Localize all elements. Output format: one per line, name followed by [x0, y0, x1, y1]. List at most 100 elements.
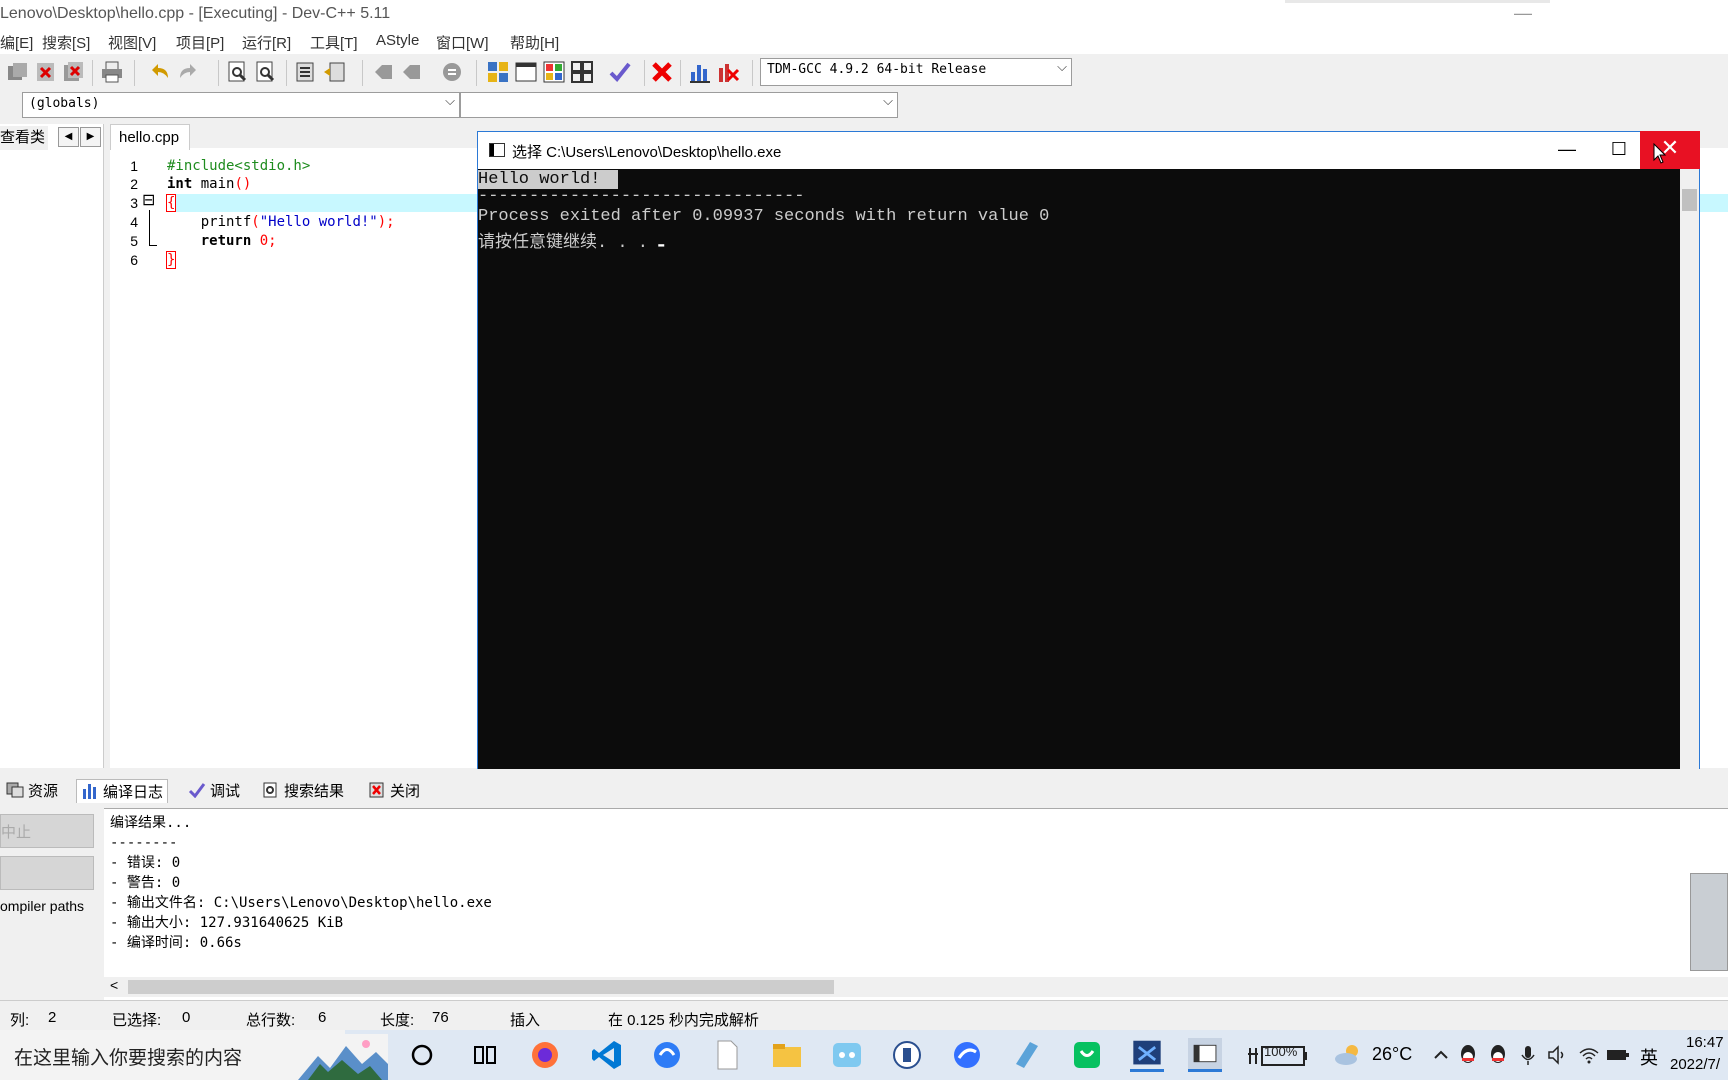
status-parse-message: 在 0.125 秒内完成解析 — [608, 1012, 759, 1029]
file-icon[interactable] — [710, 1038, 744, 1072]
speaker-icon[interactable] — [1546, 1044, 1568, 1066]
replace-icon[interactable] — [254, 60, 278, 84]
tab-debug[interactable]: 调试 — [184, 779, 244, 803]
search-results-icon — [263, 782, 277, 798]
console-minimize-button[interactable]: — — [1544, 132, 1590, 168]
scroll-left-icon[interactable]: < — [110, 977, 118, 993]
chevron-down-icon: ⌵ — [1057, 60, 1067, 75]
minimize-button[interactable]: — — [1508, 0, 1538, 30]
menu-run[interactable]: 运行[R] — [242, 32, 291, 53]
university-app-icon[interactable] — [890, 1038, 924, 1072]
symbol-select[interactable]: ⌵ — [460, 92, 898, 118]
tab-class-browser[interactable]: 查看类 — [0, 126, 48, 150]
fold-toggle-icon[interactable]: ⊟ — [142, 193, 155, 209]
compile-run-icon[interactable] — [542, 60, 566, 84]
profile-icon[interactable] — [688, 60, 712, 84]
qq-icon[interactable] — [1488, 1044, 1508, 1066]
code-brace: } — [165, 251, 177, 269]
bilibili-live-icon[interactable] — [830, 1038, 864, 1072]
weather-temperature[interactable]: 26°C — [1372, 1044, 1412, 1065]
tab-close[interactable]: 关闭 — [364, 779, 424, 803]
shorten-paths-button[interactable] — [0, 856, 94, 890]
tab-compile-log[interactable]: 编译日志 — [76, 779, 169, 803]
save-all-icon[interactable] — [6, 60, 30, 84]
compile-actions-panel: 中止 ompiler paths — [0, 808, 104, 1000]
scope-select[interactable]: (globals) ⌵ — [22, 92, 460, 118]
tab-scroll-left-button[interactable]: ◀ — [58, 127, 79, 147]
menu-edit[interactable]: 编[E] — [0, 32, 33, 53]
console-close-button[interactable]: ✕ — [1640, 131, 1700, 169]
tab-hello-cpp[interactable]: hello.cpp — [110, 124, 190, 150]
console-app-icon — [489, 143, 505, 157]
fold-line — [149, 210, 150, 246]
close-all-icon[interactable] — [62, 60, 86, 84]
feishu-icon[interactable] — [950, 1038, 984, 1072]
wifi-icon[interactable] — [1578, 1044, 1600, 1066]
compile-icon[interactable] — [486, 60, 510, 84]
console-output[interactable]: Hello world! ---------------------------… — [478, 169, 1680, 769]
menu-project[interactable]: 项目[P] — [176, 32, 224, 53]
menu-help[interactable]: 帮助[H] — [510, 32, 559, 53]
weather-cloudy-icon[interactable] — [1334, 1042, 1364, 1068]
find-icon[interactable] — [226, 60, 250, 84]
rebuild-all-icon[interactable] — [570, 60, 594, 84]
vscode-icon[interactable] — [590, 1038, 624, 1072]
bookmark-prev-icon[interactable] — [372, 60, 396, 84]
firefox-icon[interactable] — [528, 1038, 562, 1072]
ime-indicator[interactable]: 英 — [1640, 1044, 1658, 1070]
unindent-icon[interactable] — [322, 60, 346, 84]
bookmark-next-icon[interactable] — [400, 60, 424, 84]
sogou-icon[interactable] — [650, 1038, 684, 1072]
taskbar-search-box[interactable]: 在这里输入你要搜索的内容 — [0, 1030, 345, 1080]
compiler-select[interactable]: TDM-GCC 4.9.2 64-bit Release ⌵ — [760, 58, 1072, 86]
print-icon[interactable] — [100, 60, 124, 84]
toggle-comment-icon[interactable] — [440, 60, 464, 84]
log-line: -------- — [110, 835, 178, 851]
tab-resources[interactable]: 资源 — [2, 779, 62, 803]
clock-time[interactable]: 16:47 — [1686, 1034, 1724, 1051]
notes-icon[interactable] — [1010, 1038, 1044, 1072]
file-explorer-icon[interactable] — [770, 1038, 804, 1072]
delete-profile-icon[interactable] — [716, 60, 740, 84]
compiler-paths-checkbox-label[interactable]: ompiler paths — [0, 898, 84, 914]
console-title-bar[interactable]: 选择 C:\Users\Lenovo\Desktop\hello.exe — ☐… — [478, 131, 1700, 169]
menu-astyle[interactable]: AStyle — [376, 32, 419, 49]
log-horizontal-scrollbar[interactable]: < — [104, 977, 1728, 997]
menu-window[interactable]: 窗口[W] — [436, 32, 489, 53]
chevron-up-icon[interactable] — [1432, 1046, 1450, 1064]
stop-execution-icon[interactable] — [650, 60, 674, 84]
menu-view[interactable]: 视图[V] — [108, 32, 156, 53]
code-keyword: int — [167, 176, 193, 192]
console-scrollbar-thumb[interactable] — [1682, 189, 1697, 211]
code-paren: ( — [251, 214, 260, 230]
devcpp-icon[interactable] — [1130, 1038, 1164, 1072]
tab-search-results[interactable]: 搜索结果 — [258, 779, 348, 803]
code-line-3: { — [165, 194, 177, 212]
console-taskbar-icon[interactable] — [1188, 1038, 1222, 1072]
menu-search[interactable]: 搜索[S] — [42, 32, 90, 53]
log-scrollbar-thumb[interactable] — [128, 980, 834, 994]
battery-tray-icon[interactable] — [1606, 1046, 1630, 1064]
log-line: - 输出大小: 127.931640625 KiB — [110, 915, 344, 931]
task-view-icon[interactable] — [468, 1038, 502, 1072]
wechat-shop-icon[interactable] — [1070, 1038, 1104, 1072]
clock-date[interactable]: 2022/7/ — [1670, 1056, 1720, 1073]
undo-icon[interactable] — [148, 60, 172, 84]
console-window[interactable]: 选择 C:\Users\Lenovo\Desktop\hello.exe — ☐… — [477, 131, 1700, 769]
syntax-check-icon[interactable] — [608, 60, 632, 84]
console-scrollbar[interactable] — [1680, 169, 1699, 769]
menu-tools[interactable]: 工具[T] — [310, 32, 358, 53]
microphone-icon[interactable] — [1520, 1044, 1536, 1066]
redo-icon[interactable] — [176, 60, 200, 84]
qq-icon[interactable] — [1458, 1044, 1478, 1066]
tab-scroll-right-button[interactable]: ▶ — [80, 127, 101, 147]
indent-icon[interactable] — [294, 60, 318, 84]
code-identifier: printf — [167, 214, 252, 230]
run-icon[interactable] — [514, 60, 538, 84]
abort-compile-button[interactable]: 中止 — [0, 814, 94, 848]
compile-log-panel[interactable]: 编译结果... -------- - 错误: 0 - 警告: 0 - 输出文件名: C:… — [104, 808, 1728, 1000]
cortana-icon[interactable] — [405, 1038, 439, 1072]
close-file-icon[interactable] — [34, 60, 58, 84]
title-bar: Lenovo\Desktop\hello.cpp - [Executing] -… — [0, 0, 1728, 30]
console-maximize-button[interactable]: ☐ — [1596, 132, 1642, 168]
